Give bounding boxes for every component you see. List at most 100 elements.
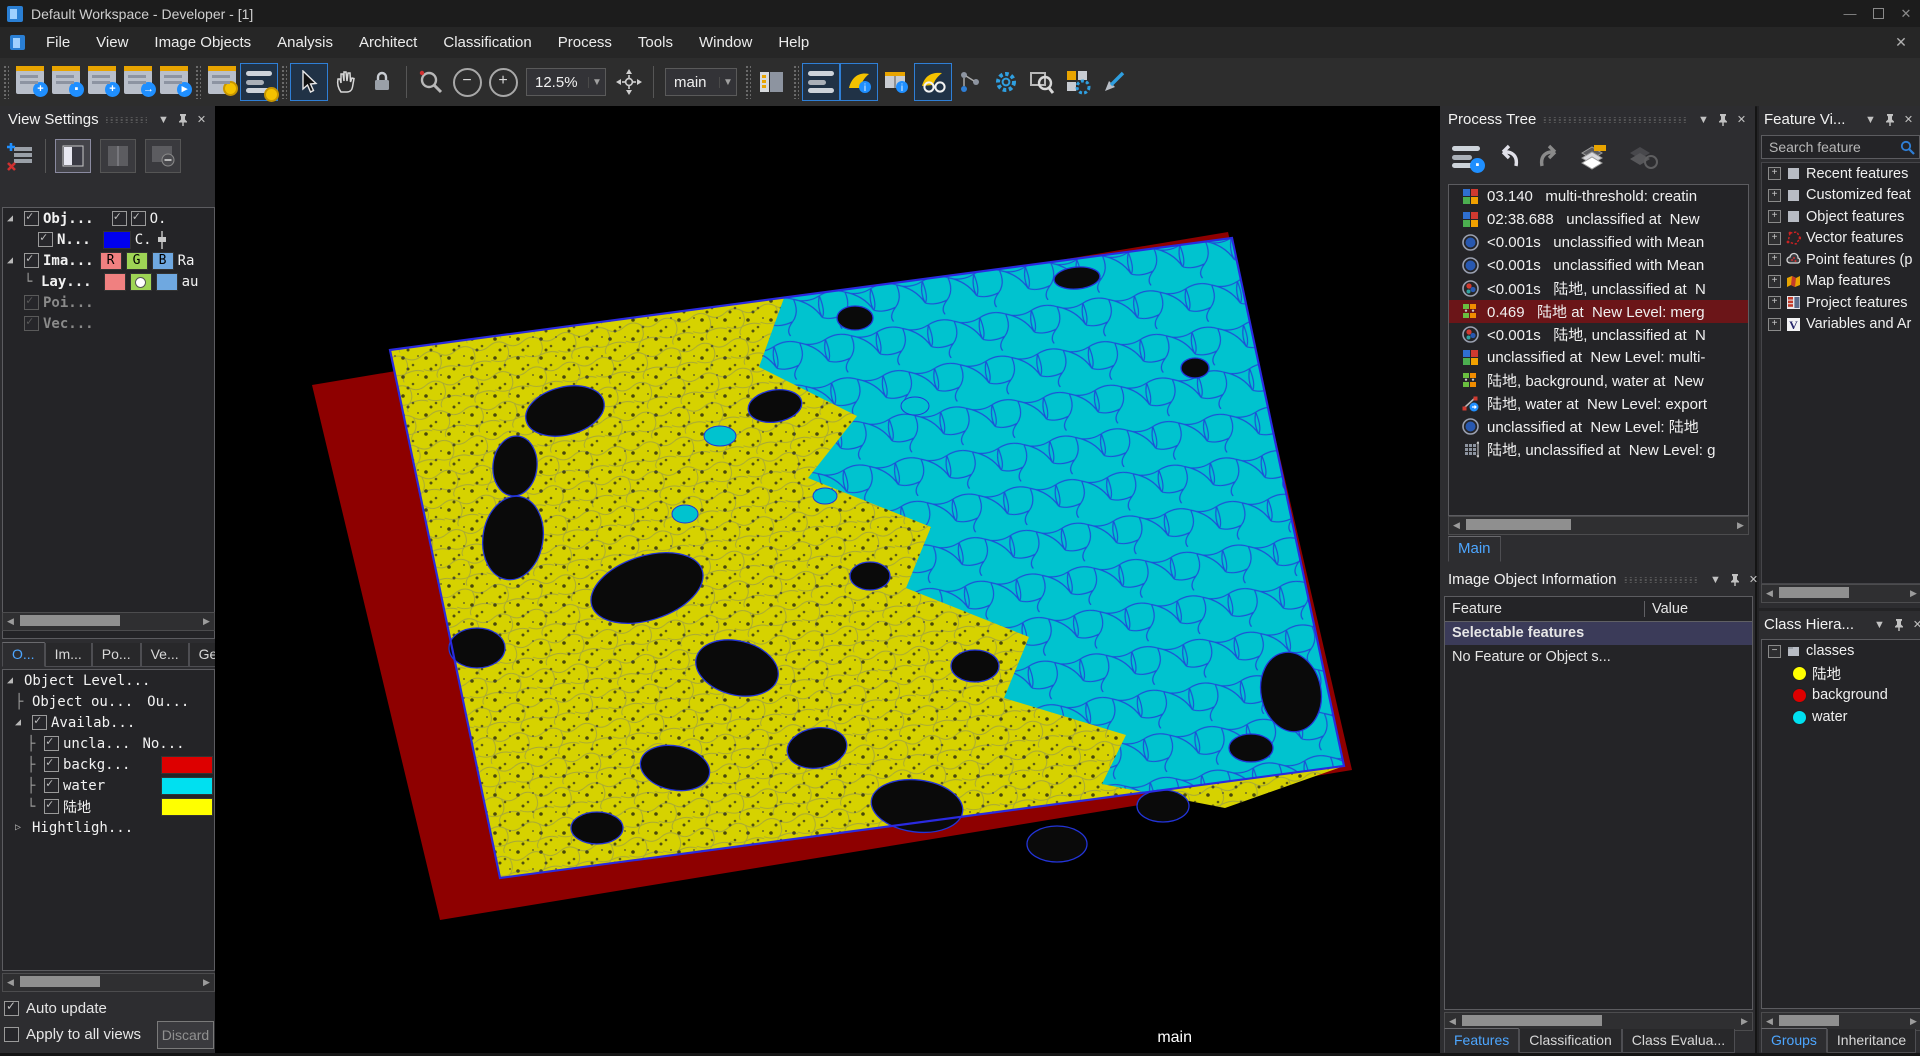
tab-groups[interactable]: Groups bbox=[1761, 1028, 1827, 1053]
layer-red-cell[interactable] bbox=[103, 272, 126, 291]
process-row[interactable]: <0.001s 陆地, unclassified at N bbox=[1449, 277, 1748, 300]
scroll-left-icon[interactable]: ◀ bbox=[1762, 1016, 1777, 1027]
toolbar-grip[interactable] bbox=[281, 65, 287, 99]
map-viewport[interactable]: main bbox=[215, 106, 1440, 1053]
toolbar-grip[interactable] bbox=[793, 65, 799, 99]
class-row-water[interactable]: water bbox=[1762, 706, 1920, 728]
blue-channel-cell[interactable]: B bbox=[151, 251, 174, 270]
class-hierarchy-header[interactable]: Class Hiera... ▼ ✕ bbox=[1759, 608, 1920, 638]
zoom-scene-button[interactable] bbox=[1024, 64, 1060, 100]
child-window-close-button[interactable]: ✕ bbox=[1890, 34, 1912, 51]
scroll-right-icon[interactable]: ▶ bbox=[199, 616, 214, 627]
zoom-out-button[interactable]: − bbox=[449, 64, 485, 100]
process-row[interactable]: 02:38.688 unclassified at New bbox=[1449, 208, 1748, 231]
expand-plus-icon[interactable]: + bbox=[1768, 317, 1781, 331]
close-icon[interactable]: ✕ bbox=[192, 111, 211, 129]
menu-help[interactable]: Help bbox=[765, 29, 822, 56]
pin-icon[interactable] bbox=[173, 111, 192, 129]
tree-row-highlight[interactable]: ▷ Hightligh... bbox=[3, 817, 214, 838]
open-project-button[interactable]: ▸ bbox=[156, 64, 192, 100]
pin-icon[interactable] bbox=[1880, 111, 1899, 129]
save-process-button[interactable]: ▪ bbox=[1452, 146, 1485, 173]
panel-menu-chevron-icon[interactable]: ▼ bbox=[154, 111, 173, 129]
feature-group-row[interactable]: + Customized feat bbox=[1762, 185, 1920, 207]
close-icon[interactable]: ✕ bbox=[1899, 111, 1918, 129]
redo-icon[interactable] bbox=[1536, 144, 1564, 170]
scroll-thumb[interactable] bbox=[1466, 519, 1571, 530]
scroll-thumb[interactable] bbox=[20, 615, 120, 626]
feature-group-row[interactable]: + Vector features bbox=[1762, 228, 1920, 250]
background-color-swatch[interactable] bbox=[161, 755, 213, 774]
outline-color-swatch[interactable] bbox=[102, 230, 131, 249]
menu-window[interactable]: Window bbox=[686, 29, 765, 56]
expanded-triangle-icon[interactable]: ◢ bbox=[7, 213, 20, 224]
new-workspace-button[interactable]: + bbox=[12, 64, 48, 100]
menu-architect[interactable]: Architect bbox=[346, 29, 430, 56]
tree-row-image-data[interactable]: ◢ Ima... R G B Ra bbox=[3, 250, 214, 271]
tree-row-object-outline[interactable]: ├ Object ou... Ou... bbox=[3, 691, 214, 712]
pan-hand-button[interactable] bbox=[328, 64, 364, 100]
process-row[interactable]: <0.001s unclassified with Mean bbox=[1449, 254, 1748, 277]
scroll-right-icon[interactable]: ▶ bbox=[1906, 588, 1920, 599]
navigate-button[interactable] bbox=[611, 64, 647, 100]
menu-process[interactable]: Process bbox=[545, 29, 625, 56]
save-ruleset-button[interactable] bbox=[204, 64, 240, 100]
feature-view-hscrollbar[interactable]: ◀ ▶ bbox=[1761, 584, 1920, 603]
tree-row-object-level[interactable]: ◢ Object Level... bbox=[3, 670, 214, 691]
scroll-thumb[interactable] bbox=[1779, 1015, 1839, 1026]
feature-group-row[interactable]: + Point features (p bbox=[1762, 249, 1920, 271]
tree-row-outline-color[interactable]: N... C. bbox=[3, 229, 214, 250]
slider-icon[interactable] bbox=[156, 230, 168, 249]
land-color-swatch[interactable] bbox=[161, 797, 213, 816]
pin-icon[interactable] bbox=[1713, 111, 1732, 129]
image-data-checkbox[interactable] bbox=[24, 251, 39, 268]
expand-plus-icon[interactable]: + bbox=[1768, 274, 1781, 288]
panel-grip[interactable] bbox=[105, 116, 147, 123]
process-row[interactable]: unclassified at New Level: multi- bbox=[1449, 346, 1748, 369]
view-layer-button[interactable] bbox=[802, 63, 840, 101]
class-row-land[interactable]: 陆地 bbox=[1762, 662, 1920, 684]
layer-green-cell[interactable] bbox=[129, 272, 152, 291]
background-checkbox[interactable] bbox=[44, 755, 59, 772]
tree-row-water-class[interactable]: ├ water bbox=[3, 775, 214, 796]
toolbar-grip[interactable] bbox=[3, 65, 9, 99]
run-layers-icon[interactable] bbox=[1578, 143, 1612, 171]
tab-image-layers[interactable]: Im... bbox=[44, 643, 92, 667]
view-settings-hscrollbar[interactable]: ◀ ▶ bbox=[2, 612, 215, 631]
lock-button[interactable] bbox=[364, 64, 400, 100]
panel-grip[interactable] bbox=[1623, 576, 1699, 583]
no-feature-row[interactable]: No Feature or Object s... bbox=[1445, 645, 1752, 669]
tree-row-point-cloud[interactable]: Poi... bbox=[3, 292, 214, 313]
available-checkbox[interactable] bbox=[32, 713, 47, 730]
area-zoom-button[interactable] bbox=[413, 64, 449, 100]
tab-features[interactable]: Features bbox=[1444, 1028, 1520, 1053]
tree-row-background-class[interactable]: ├ backg... bbox=[3, 754, 214, 775]
expand-plus-icon[interactable]: + bbox=[1768, 210, 1781, 224]
auto-update-checkbox[interactable] bbox=[4, 999, 19, 1016]
zoom-level-combobox[interactable]: 12.5% ▼ bbox=[526, 68, 606, 96]
tab-class-evaluation[interactable]: Class Evalua... bbox=[1621, 1029, 1736, 1053]
select-cursor-button[interactable] bbox=[290, 63, 328, 101]
tab-object-levels[interactable]: O... bbox=[2, 642, 45, 667]
close-icon[interactable]: ✕ bbox=[1908, 616, 1920, 634]
process-row[interactable]: 03.140 multi-threshold: creatin bbox=[1449, 185, 1748, 208]
linked-view-button[interactable] bbox=[145, 139, 181, 173]
close-button[interactable]: ✕ bbox=[1892, 3, 1920, 25]
collapsed-triangle-icon[interactable]: ▷ bbox=[15, 822, 28, 833]
process-row[interactable]: 陆地, unclassified at New Level: g bbox=[1449, 438, 1748, 461]
menu-file[interactable]: File bbox=[33, 29, 83, 56]
tree-row-available[interactable]: ◢ Availab... bbox=[3, 712, 214, 733]
single-layer-view-button[interactable] bbox=[55, 139, 91, 173]
scroll-left-icon[interactable]: ◀ bbox=[1445, 1016, 1460, 1027]
toolbar-grip[interactable] bbox=[745, 65, 751, 99]
classes-root-row[interactable]: − classes bbox=[1762, 640, 1920, 662]
save-workspace-button[interactable]: ▪ bbox=[48, 64, 84, 100]
tab-point-clouds[interactable]: Po... bbox=[91, 643, 141, 667]
panel-menu-chevron-icon[interactable]: ▼ bbox=[1861, 111, 1880, 129]
object-level-hscrollbar[interactable]: ◀ ▶ bbox=[2, 973, 215, 992]
view-feature-button[interactable]: i bbox=[878, 64, 914, 100]
restore-button[interactable] bbox=[1864, 3, 1892, 25]
expanded-triangle-icon[interactable]: ◢ bbox=[7, 675, 20, 686]
process-row[interactable]: 陆地, water at New Level: export bbox=[1449, 392, 1748, 415]
process-tree-hscrollbar[interactable]: ◀ ▶ bbox=[1448, 516, 1749, 535]
